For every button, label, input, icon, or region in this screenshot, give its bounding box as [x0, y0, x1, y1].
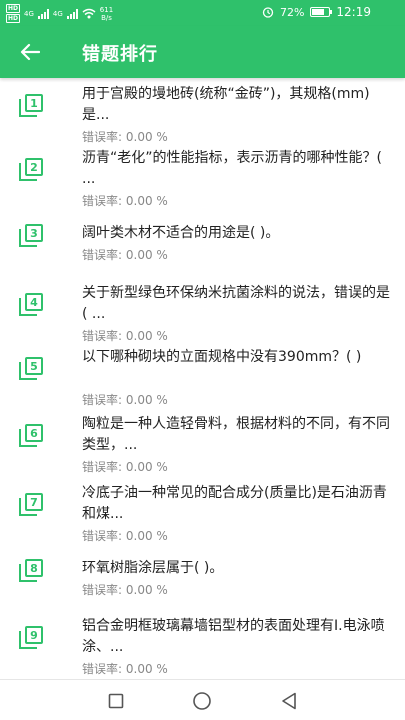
- network-speed: 611 B/s: [100, 6, 113, 22]
- speed-unit: B/s: [101, 13, 112, 22]
- rank-icon: 2: [19, 158, 45, 182]
- list-item[interactable]: 5 以下哪种砌块的立面规格中没有390mm？( ) 错误率: 0.00 %: [0, 347, 405, 409]
- list-item[interactable]: 6 陶粒是一种人造轻骨料，根据材料的不同，有不同类型，... 错误率: 0.00…: [0, 414, 405, 476]
- question-text: 冷底子油一种常见的配合成分(质量比)是石油沥青和煤...: [82, 485, 387, 522]
- error-rate: 错误率: 0.00 %: [82, 458, 168, 475]
- error-rate: 错误率: 0.00 %: [82, 192, 168, 209]
- battery-fill: [312, 9, 324, 15]
- error-rate-value: 0.00 %: [125, 329, 168, 343]
- list-item[interactable]: 4 关于新型绿色环保纳米抗菌涂料的说法，错误的是( ... 错误率: 0.00 …: [0, 283, 405, 345]
- error-rate: 错误率: 0.00 %: [82, 246, 168, 263]
- question-list[interactable]: 1 用于宫殿的墁地砖(统称“金砖”)，其规格(mm)是... 错误率: 0.00…: [0, 78, 405, 679]
- error-rate-value: 0.00 %: [125, 662, 168, 676]
- question-text: 以下哪种砌块的立面规格中没有390mm？( ): [82, 349, 362, 365]
- error-rate-label: 错误率:: [82, 329, 123, 343]
- list-item[interactable]: 2 沥青“老化”的性能指标，表示沥青的哪种性能？( ... 错误率: 0.00 …: [0, 148, 405, 210]
- back-nav-button[interactable]: [278, 690, 300, 712]
- arrow-left-icon: [20, 43, 40, 61]
- error-rate-value: 0.00 %: [125, 194, 168, 208]
- rank-icon: 8: [19, 559, 45, 583]
- list-item[interactable]: 1 用于宫殿的墁地砖(统称“金砖”)，其规格(mm)是... 错误率: 0.00…: [0, 84, 405, 146]
- home-button[interactable]: [191, 690, 213, 712]
- error-rate-value: 0.00 %: [125, 460, 168, 474]
- status-bar: HD HD 4G 4G 611 B/s 72% 12:19: [0, 0, 405, 26]
- hd-badge: HD HD: [6, 4, 21, 23]
- error-rate-value: 0.00 %: [125, 583, 168, 597]
- rank-number: 3: [25, 224, 43, 242]
- rank-icon: 6: [19, 424, 45, 448]
- status-right: 72% 12:19: [262, 5, 371, 19]
- rank-number: 5: [25, 357, 43, 375]
- signal-icon: [66, 8, 78, 19]
- rank-icon: 9: [19, 626, 45, 650]
- system-nav-bar: [0, 679, 405, 720]
- hd-label-2: HD: [6, 14, 21, 23]
- rank-number: 9: [25, 626, 43, 644]
- error-rate: 错误率: 0.00 %: [82, 391, 168, 408]
- rank-icon: 4: [19, 293, 45, 317]
- circle-icon: [193, 692, 211, 710]
- network-label-2: 4G: [52, 9, 63, 18]
- rank-number: 2: [25, 158, 43, 176]
- rank-icon: 5: [19, 357, 45, 381]
- error-rate: 错误率: 0.00 %: [82, 581, 168, 598]
- square-icon: [108, 693, 124, 709]
- list-item[interactable]: 9 铝合金明框玻璃幕墙铝型材的表面处理有Ⅰ.电泳喷涂、... 错误率: 0.00…: [0, 616, 405, 678]
- error-rate-label: 错误率:: [82, 393, 123, 407]
- recents-button[interactable]: [105, 690, 127, 712]
- rank-number: 6: [25, 424, 43, 442]
- page-title: 错题排行: [82, 44, 158, 65]
- battery-icon: [310, 7, 333, 17]
- list-item[interactable]: 8 环氧树脂涂层属于( )。 错误率: 0.00 %: [0, 558, 405, 600]
- error-rate-value: 0.00 %: [125, 393, 168, 407]
- error-rate: 错误率: 0.00 %: [82, 327, 168, 344]
- error-rate-label: 错误率:: [82, 460, 123, 474]
- rank-number: 8: [25, 559, 43, 577]
- error-rate-label: 错误率:: [82, 194, 123, 208]
- clock: 12:19: [336, 5, 371, 19]
- question-text: 环氧树脂涂层属于( )。: [82, 560, 224, 576]
- signal-icon: [37, 8, 49, 19]
- triangle-back-icon: [282, 692, 296, 710]
- network-label-1: 4G: [24, 9, 34, 18]
- error-rate: 错误率: 0.00 %: [82, 660, 168, 677]
- list-item[interactable]: 7 冷底子油一种常见的配合成分(质量比)是石油沥青和煤... 错误率: 0.00…: [0, 483, 405, 545]
- question-text: 陶粒是一种人造轻骨料，根据材料的不同，有不同类型，...: [82, 416, 390, 453]
- wifi-icon: [82, 8, 96, 19]
- rank-number: 4: [25, 293, 43, 311]
- status-left: HD HD 4G 4G 611 B/s: [6, 4, 113, 23]
- app-bar: 错题排行: [0, 26, 405, 78]
- battery-percent: 72%: [279, 5, 305, 19]
- error-rate: 错误率: 0.00 %: [82, 527, 168, 544]
- rank-number: 7: [25, 493, 43, 511]
- question-text: 铝合金明框玻璃幕墙铝型材的表面处理有Ⅰ.电泳喷涂、...: [82, 618, 385, 655]
- question-text: 关于新型绿色环保纳米抗菌涂料的说法，错误的是( ...: [82, 285, 390, 322]
- rank-icon: 3: [19, 224, 45, 248]
- error-rate: 错误率: 0.00 %: [82, 128, 168, 145]
- error-rate-label: 错误率:: [82, 529, 123, 543]
- alarm-icon: [262, 7, 274, 18]
- rank-icon: 1: [19, 94, 45, 118]
- rank-number: 1: [25, 94, 43, 112]
- error-rate-value: 0.00 %: [125, 529, 168, 543]
- list-item[interactable]: 3 阔叶类木材不适合的用途是( )。 错误率: 0.00 %: [0, 223, 405, 265]
- back-button[interactable]: [14, 38, 46, 66]
- question-text: 沥青“老化”的性能指标，表示沥青的哪种性能？( ...: [82, 150, 382, 187]
- rank-icon: 7: [19, 493, 45, 517]
- error-rate-label: 错误率:: [82, 130, 123, 144]
- hd-label-1: HD: [6, 4, 21, 13]
- question-text: 用于宫殿的墁地砖(统称“金砖”)，其规格(mm)是...: [82, 86, 370, 123]
- error-rate-label: 错误率:: [82, 662, 123, 676]
- speed-value: 611: [99, 5, 114, 14]
- error-rate-label: 错误率:: [82, 583, 123, 597]
- error-rate-value: 0.00 %: [125, 130, 168, 144]
- error-rate-label: 错误率:: [82, 248, 123, 262]
- question-text: 阔叶类木材不适合的用途是( )。: [82, 225, 280, 241]
- error-rate-value: 0.00 %: [125, 248, 168, 262]
